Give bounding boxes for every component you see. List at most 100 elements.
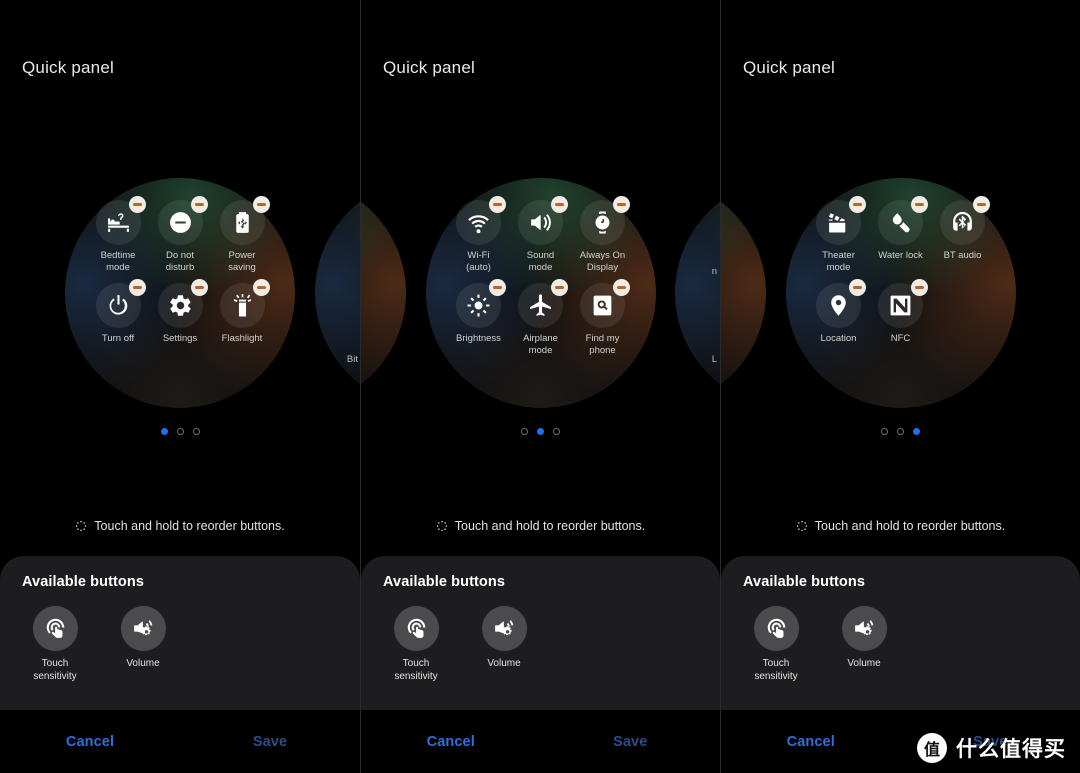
quick-setting-tile[interactable]: BT audio: [932, 196, 994, 273]
remove-tile-badge[interactable]: [190, 279, 208, 296]
quick-setting-tile-grid: Bedtime mode Do not disturb Power saving Tu…: [87, 196, 273, 355]
quick-setting-tile[interactable]: NFC: [870, 279, 932, 345]
find-my-phone-icon[interactable]: [580, 279, 630, 328]
sound-mode-icon[interactable]: [518, 196, 568, 245]
do-not-disturb-icon[interactable]: [157, 196, 208, 245]
quick-panel-screen-1: Quick panel Bedtime mode Do not disturb Pow…: [0, 0, 360, 773]
airplane-icon[interactable]: [518, 279, 568, 328]
cancel-button[interactable]: Cancel: [361, 734, 541, 750]
bedtime-icon[interactable]: [95, 196, 146, 245]
cancel-button[interactable]: Cancel: [0, 734, 180, 750]
watch-face-circle: Theater mode Water lock BT audio Location NF…: [785, 178, 1016, 408]
quick-setting-tile[interactable]: Flashlight: [211, 279, 273, 345]
quick-setting-tile[interactable]: Turn off: [87, 279, 149, 345]
page-dot[interactable]: [897, 428, 904, 435]
remove-tile-badge[interactable]: [911, 279, 928, 296]
available-button-item[interactable]: Volume: [471, 606, 537, 683]
minus-icon: [617, 203, 626, 206]
tile-label: Wi-Fi (auto): [466, 250, 491, 273]
touch-sensitivity-icon[interactable]: [753, 606, 799, 651]
quick-setting-tile[interactable]: Bedtime mode: [87, 196, 149, 273]
remove-tile-badge[interactable]: [973, 196, 990, 213]
volume-gear-icon[interactable]: [120, 606, 166, 651]
quick-setting-tile[interactable]: Theater mode: [808, 196, 870, 273]
wifi-icon[interactable]: [456, 196, 506, 245]
page-dot[interactable]: [881, 428, 888, 435]
power-saving-icon[interactable]: [219, 196, 270, 245]
minus-icon: [256, 203, 266, 206]
action-bar: Cancel Save: [0, 710, 360, 773]
remove-tile-badge[interactable]: [551, 279, 568, 296]
quick-setting-tile[interactable]: Settings: [149, 279, 211, 345]
adjacent-page-preview-left[interactable]: [721, 178, 766, 408]
page-dot[interactable]: [192, 428, 200, 435]
cancel-button[interactable]: Cancel: [721, 734, 901, 750]
quick-setting-tile[interactable]: Water lock: [870, 196, 932, 273]
always-on-display-icon[interactable]: [580, 196, 630, 245]
quick-setting-tile[interactable]: Find my phone: [572, 279, 634, 356]
watch-preview-area: Bedtime mode Do not disturb Power saving Tu…: [0, 178, 360, 408]
adjacent-page-preview-left[interactable]: [361, 178, 406, 408]
quick-setting-tile[interactable]: Brightness: [448, 279, 510, 356]
quick-setting-tile[interactable]: Always On Display: [572, 196, 634, 273]
nfc-icon[interactable]: [878, 279, 928, 328]
touch-sensitivity-icon[interactable]: [32, 606, 78, 651]
brightness-icon[interactable]: [456, 279, 506, 328]
available-buttons-list: Touch sensitivity Volume: [22, 606, 338, 683]
adjacent-page-preview-right[interactable]: [675, 178, 720, 408]
available-buttons-list: Touch sensitivity Volume: [743, 606, 1058, 683]
page-dot-active[interactable]: [160, 428, 168, 435]
gear-icon[interactable]: [157, 279, 208, 328]
remove-tile-badge[interactable]: [128, 279, 146, 296]
quick-setting-tile[interactable]: Do not disturb: [149, 196, 211, 273]
remove-tile-badge[interactable]: [849, 279, 866, 296]
minus-icon: [853, 286, 862, 289]
touch-sensitivity-icon[interactable]: [393, 606, 439, 651]
bt-audio-icon[interactable]: [940, 196, 990, 245]
remove-tile-badge[interactable]: [252, 196, 270, 213]
remove-tile-badge[interactable]: [551, 196, 568, 213]
page-dot-active[interactable]: [537, 428, 544, 435]
available-button-item[interactable]: Touch sensitivity: [22, 606, 88, 683]
quick-setting-tile[interactable]: Sound mode: [510, 196, 572, 273]
tile-label: Airplane mode: [523, 333, 558, 356]
remove-tile-badge[interactable]: [190, 196, 208, 213]
save-button[interactable]: Save: [541, 734, 721, 750]
page-dot[interactable]: [553, 428, 560, 435]
remove-tile-badge[interactable]: [128, 196, 146, 213]
available-button-item[interactable]: Touch sensitivity: [383, 606, 449, 683]
remove-tile-badge[interactable]: [613, 196, 630, 213]
power-off-icon[interactable]: [95, 279, 146, 328]
remove-tile-badge[interactable]: [911, 196, 928, 213]
available-button-item[interactable]: Volume: [831, 606, 897, 683]
remove-tile-badge[interactable]: [252, 279, 270, 296]
quick-setting-tile[interactable]: Location: [808, 279, 870, 345]
remove-tile-badge[interactable]: [849, 196, 866, 213]
flashlight-icon[interactable]: [219, 279, 270, 328]
quick-panel-screen-3: Quick panel Theater mode Water lock BT audi…: [720, 0, 1080, 773]
available-button-item[interactable]: Volume: [110, 606, 176, 683]
remove-tile-badge[interactable]: [613, 279, 630, 296]
remove-tile-badge[interactable]: [489, 279, 506, 296]
water-lock-icon[interactable]: [878, 196, 928, 245]
available-button-item[interactable]: Touch sensitivity: [743, 606, 809, 683]
tile-label: Power saving: [228, 250, 256, 273]
page-dot-active[interactable]: [913, 428, 920, 435]
quick-setting-tile[interactable]: Power saving: [211, 196, 273, 273]
quick-setting-tile[interactable]: Wi-Fi (auto): [448, 196, 510, 273]
adjacent-page-preview-right[interactable]: [315, 178, 360, 408]
page-dot[interactable]: [176, 428, 184, 435]
page-title: Quick panel: [383, 58, 475, 77]
save-button[interactable]: Save: [180, 734, 360, 750]
volume-gear-icon[interactable]: [481, 606, 527, 651]
quick-panel-screen-2: Quick panel Wi-Fi (auto) Sound mode Always …: [360, 0, 720, 773]
available-buttons-title: Available buttons: [22, 574, 145, 590]
quick-setting-tile[interactable]: Airplane mode: [510, 279, 572, 356]
available-button-label: Touch sensitivity: [394, 658, 438, 682]
volume-gear-icon[interactable]: [841, 606, 887, 651]
remove-tile-badge[interactable]: [489, 196, 506, 213]
page-dot[interactable]: [521, 428, 528, 435]
theater-mode-icon[interactable]: [816, 196, 866, 245]
location-pin-icon[interactable]: [816, 279, 866, 328]
watermark-logo-icon: 值: [917, 733, 947, 763]
